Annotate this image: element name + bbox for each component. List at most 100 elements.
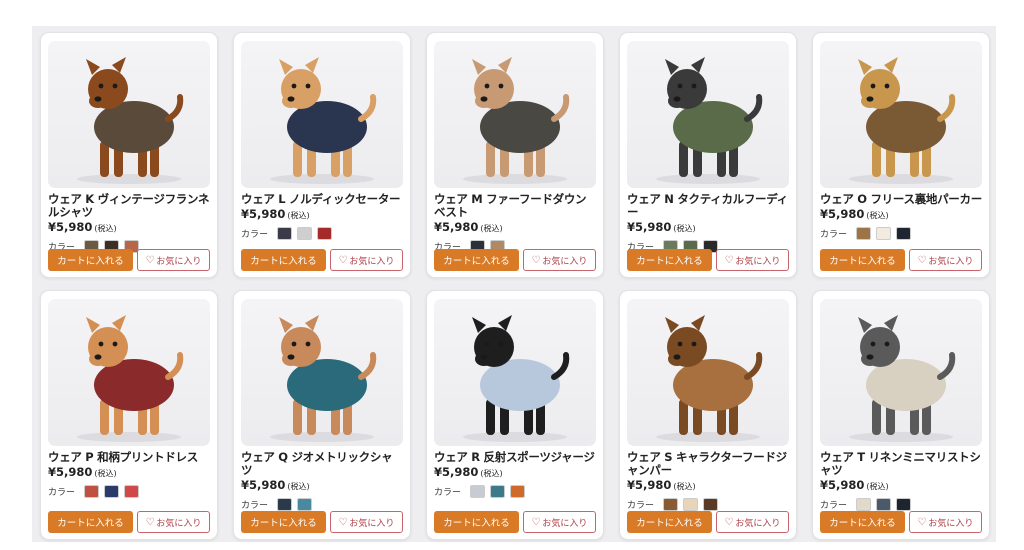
add-to-cart-button[interactable]: カートに入れる bbox=[820, 511, 905, 533]
add-to-cart-button[interactable]: カートに入れる bbox=[241, 249, 326, 271]
favorite-button[interactable]: ♡ お気に入り bbox=[136, 511, 210, 533]
product-photo[interactable] bbox=[434, 299, 596, 446]
color-swatch[interactable] bbox=[104, 484, 120, 498]
product-photo[interactable] bbox=[627, 41, 789, 188]
add-to-cart-button[interactable]: カートに入れる bbox=[48, 511, 133, 533]
color-swatch[interactable] bbox=[876, 497, 892, 511]
product-price-row: ¥5,980 (税込) bbox=[434, 465, 596, 481]
favorite-button[interactable]: ♡ お気に入り bbox=[908, 511, 982, 533]
product-photo[interactable] bbox=[241, 299, 403, 446]
heart-icon: ♡ bbox=[145, 516, 155, 528]
product-price: ¥5,980 bbox=[434, 220, 479, 234]
tax-included-note: (税込) bbox=[480, 224, 503, 233]
color-swatch[interactable] bbox=[856, 497, 872, 511]
color-swatch[interactable] bbox=[297, 497, 313, 511]
tax-included-note: (税込) bbox=[673, 482, 696, 491]
color-swatch[interactable] bbox=[663, 497, 679, 511]
favorite-label: お気に入り bbox=[156, 256, 202, 267]
favorite-label: お気に入り bbox=[156, 518, 202, 529]
card-actions: カートに入れる ♡ お気に入り bbox=[820, 511, 982, 533]
product-photo[interactable] bbox=[48, 41, 210, 188]
product-name[interactable]: ウェア R 反射スポーツジャージ bbox=[434, 451, 596, 464]
heart-icon: ♡ bbox=[338, 254, 348, 266]
favorite-button[interactable]: ♡ お気に入り bbox=[908, 249, 982, 271]
favorite-button[interactable]: ♡ お気に入り bbox=[715, 249, 789, 271]
color-options: カラー bbox=[627, 497, 789, 511]
product-photo[interactable] bbox=[627, 299, 789, 446]
product-grid-panel: ウェア K ヴィンテージフランネルシャツ ¥5,980 (税込) カラー カートに入れる… bbox=[32, 26, 996, 542]
product-name[interactable]: ウェア O フリース裏地パーカー bbox=[820, 193, 982, 206]
card-actions: カートに入れる ♡ お気に入り bbox=[48, 249, 210, 271]
add-to-cart-button[interactable]: カートに入れる bbox=[241, 511, 326, 533]
product-card: ウェア N タクティカルフーディー ¥5,980 (税込) カラー カートに入れる ♡ お気… bbox=[619, 32, 797, 278]
heart-icon: ♡ bbox=[531, 516, 541, 528]
card-actions: カートに入れる ♡ お気に入り bbox=[627, 511, 789, 533]
dog-wearing-clothes-illustration bbox=[270, 315, 377, 442]
product-price-row: ¥5,980 (税込) bbox=[627, 478, 789, 494]
favorite-button[interactable]: ♡ お気に入り bbox=[329, 249, 403, 271]
product-name[interactable]: ウェア L ノルディックセーター bbox=[241, 193, 403, 206]
product-name[interactable]: ウェア M ファーフードダウンベスト bbox=[434, 193, 596, 219]
add-to-cart-button[interactable]: カートに入れる bbox=[434, 511, 519, 533]
color-swatch[interactable] bbox=[510, 484, 526, 498]
favorite-button[interactable]: ♡ お気に入り bbox=[136, 249, 210, 271]
tax-included-note: (税込) bbox=[866, 482, 889, 491]
card-actions: カートに入れる ♡ お気に入り bbox=[434, 511, 596, 533]
add-to-cart-button[interactable]: カートに入れる bbox=[434, 249, 519, 271]
color-swatch[interactable] bbox=[490, 484, 506, 498]
product-price: ¥5,980 bbox=[434, 465, 479, 479]
color-swatch[interactable] bbox=[683, 497, 699, 511]
color-swatch[interactable] bbox=[896, 226, 912, 240]
card-actions: カートに入れる ♡ お気に入り bbox=[241, 249, 403, 271]
card-actions: カートに入れる ♡ お気に入り bbox=[434, 249, 596, 271]
favorite-label: お気に入り bbox=[349, 518, 395, 529]
color-swatch[interactable] bbox=[896, 497, 912, 511]
color-swatch[interactable] bbox=[84, 484, 100, 498]
color-swatch[interactable] bbox=[317, 226, 333, 240]
card-actions: カートに入れる ♡ お気に入り bbox=[48, 511, 210, 533]
color-swatch[interactable] bbox=[470, 484, 486, 498]
color-swatch[interactable] bbox=[277, 226, 293, 240]
dog-wearing-clothes-illustration bbox=[849, 57, 956, 184]
product-name[interactable]: ウェア P 和柄プリントドレス bbox=[48, 451, 210, 464]
product-photo[interactable] bbox=[820, 41, 982, 188]
favorite-button[interactable]: ♡ お気に入り bbox=[329, 511, 403, 533]
color-swatch[interactable] bbox=[297, 226, 313, 240]
favorite-button[interactable]: ♡ お気に入り bbox=[522, 511, 596, 533]
color-options: カラー bbox=[48, 484, 210, 498]
color-options: カラー bbox=[241, 497, 403, 511]
add-to-cart-button[interactable]: カートに入れる bbox=[627, 249, 712, 271]
dog-wearing-clothes-illustration bbox=[77, 315, 184, 442]
dog-wearing-clothes-illustration bbox=[849, 315, 956, 442]
product-photo[interactable] bbox=[241, 41, 403, 188]
tax-included-note: (税込) bbox=[94, 469, 117, 478]
product-name[interactable]: ウェア S キャラクターフードジャンパー bbox=[627, 451, 789, 477]
product-grid: ウェア K ヴィンテージフランネルシャツ ¥5,980 (税込) カラー カートに入れる… bbox=[40, 32, 990, 540]
product-card: ウェア L ノルディックセーター ¥5,980 (税込) カラー カートに入れる ♡ お気に… bbox=[233, 32, 411, 278]
favorite-button[interactable]: ♡ お気に入り bbox=[522, 249, 596, 271]
heart-icon: ♡ bbox=[917, 254, 927, 266]
add-to-cart-button[interactable]: カートに入れる bbox=[627, 511, 712, 533]
product-name[interactable]: ウェア K ヴィンテージフランネルシャツ bbox=[48, 193, 210, 219]
product-photo[interactable] bbox=[48, 299, 210, 446]
color-swatch[interactable] bbox=[876, 226, 892, 240]
product-price-row: ¥5,980 (税込) bbox=[241, 207, 403, 223]
dog-wearing-clothes-illustration bbox=[656, 315, 763, 442]
product-name[interactable]: ウェア N タクティカルフーディー bbox=[627, 193, 789, 219]
color-swatch[interactable] bbox=[703, 497, 719, 511]
product-price-row: ¥5,980 (税込) bbox=[241, 478, 403, 494]
product-photo[interactable] bbox=[434, 41, 596, 188]
favorite-button[interactable]: ♡ お気に入り bbox=[715, 511, 789, 533]
product-price-row: ¥5,980 (税込) bbox=[434, 220, 596, 236]
product-card: ウェア O フリース裏地パーカー ¥5,980 (税込) カラー カートに入れる ♡ お気に… bbox=[812, 32, 990, 278]
color-swatch[interactable] bbox=[277, 497, 293, 511]
color-swatch[interactable] bbox=[856, 226, 872, 240]
product-photo[interactable] bbox=[820, 299, 982, 446]
product-name[interactable]: ウェア T リネンミニマリストシャツ bbox=[820, 451, 982, 477]
card-actions: カートに入れる ♡ お気に入り bbox=[820, 249, 982, 271]
add-to-cart-button[interactable]: カートに入れる bbox=[48, 249, 133, 271]
product-name[interactable]: ウェア Q ジオメトリックシャツ bbox=[241, 451, 403, 477]
add-to-cart-button[interactable]: カートに入れる bbox=[820, 249, 905, 271]
color-swatch[interactable] bbox=[124, 484, 140, 498]
heart-icon: ♡ bbox=[531, 254, 541, 266]
